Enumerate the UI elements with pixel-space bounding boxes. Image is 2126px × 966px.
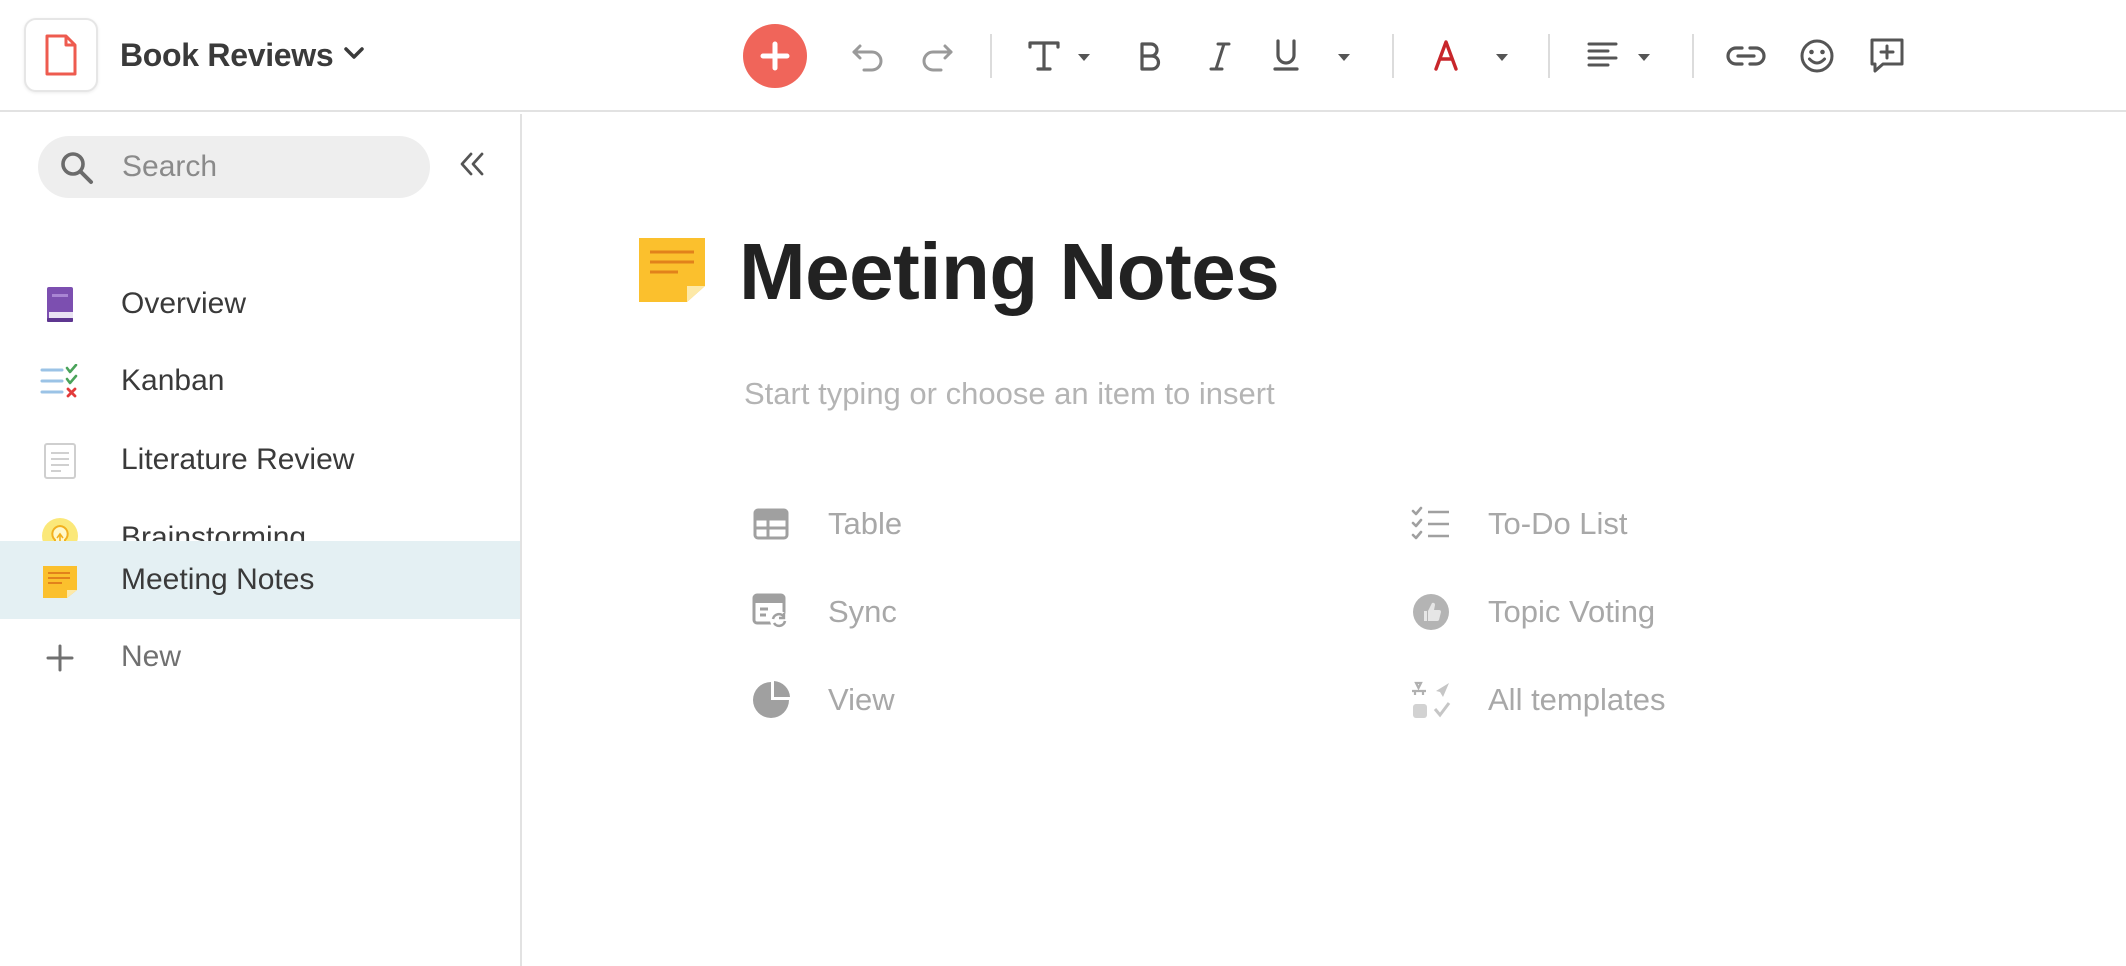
underline-icon (1273, 39, 1350, 71)
todo-list-icon (1410, 504, 1452, 544)
underline-button[interactable] (1272, 24, 1364, 88)
sync-icon (750, 592, 792, 632)
insert-sync-option[interactable]: Sync (750, 582, 1050, 638)
plus-icon (760, 41, 790, 71)
bold-icon (1140, 42, 1161, 71)
text-style-button[interactable] (1026, 24, 1098, 88)
editor-area: Meeting Notes Start typing or choose an … (524, 114, 2126, 966)
sidebar-item-label: Kanban (121, 364, 225, 397)
align-left-icon (1587, 42, 1650, 67)
checklist-icon (40, 362, 80, 402)
search-input[interactable]: Search (38, 136, 430, 198)
comment-plus-icon (1870, 38, 1904, 73)
emoji-button[interactable] (1797, 24, 1837, 88)
sidebar-item-kanban[interactable]: Kanban (0, 343, 520, 419)
insert-option-label: Sync (828, 594, 897, 629)
plus-icon (40, 638, 80, 678)
top-toolbar: Book Reviews (0, 0, 2126, 112)
sidebar-item-label: Overview (121, 287, 247, 320)
sticky-note-icon (40, 562, 80, 602)
text-color-button[interactable] (1432, 24, 1516, 88)
document-icon (40, 441, 80, 481)
document-icon[interactable] (24, 18, 98, 92)
pie-chart-icon (750, 680, 792, 720)
collapse-sidebar-button[interactable] (452, 144, 492, 184)
editor-placeholder[interactable]: Start typing or choose an item to insert (744, 376, 1275, 412)
insert-todo-list-option[interactable]: To-Do List (1410, 494, 1770, 550)
workspace-name: Book Reviews (120, 36, 334, 73)
double-chevron-left-icon (460, 152, 484, 176)
emoji-icon (1800, 39, 1834, 73)
insert-option-label: Table (828, 506, 903, 541)
chevron-down-icon (343, 46, 365, 65)
text-style-icon (1028, 41, 1090, 71)
toolbar-divider (1392, 34, 1394, 78)
link-button[interactable] (1724, 24, 1768, 88)
redo-button[interactable] (915, 24, 959, 88)
redo-icon (922, 44, 953, 72)
insert-option-label: Topic Voting (1488, 594, 1656, 629)
sidebar-item-label: Literature Review (121, 443, 355, 476)
text-color-icon (1434, 40, 1508, 71)
toolbar-divider (1692, 34, 1694, 78)
search-icon (58, 149, 96, 192)
insert-topic-voting-option[interactable]: Topic Voting (1410, 582, 1770, 638)
italic-icon (1209, 42, 1231, 71)
add-comment-button[interactable] (1867, 24, 1907, 88)
insert-all-templates-option[interactable]: All templates (1410, 670, 1770, 726)
sidebar-item-overview[interactable]: Overview (0, 266, 520, 342)
table-icon (750, 504, 792, 544)
insert-option-label: All templates (1488, 682, 1666, 717)
add-block-button[interactable] (743, 24, 807, 88)
templates-icon (1410, 680, 1452, 720)
thumbs-up-icon (1410, 592, 1452, 632)
align-button[interactable] (1586, 24, 1656, 88)
sidebar-item-literature-review[interactable]: Literature Review (0, 422, 520, 498)
search-placeholder: Search (122, 150, 218, 183)
workspace-switcher[interactable]: Book Reviews (120, 32, 365, 78)
book-icon (40, 285, 80, 325)
toolbar-divider (990, 34, 992, 78)
italic-button[interactable] (1204, 24, 1236, 88)
sidebar-item-label: Meeting Notes (121, 563, 315, 596)
sidebar-item-meeting-notes[interactable]: Meeting Notes (0, 541, 520, 619)
undo-icon (852, 44, 883, 72)
sticky-note-icon (638, 236, 706, 309)
sidebar-new-page-button[interactable]: New (0, 619, 520, 695)
sidebar: Search Overview Kanban Literature Review (0, 114, 522, 966)
insert-option-label: To-Do List (1488, 506, 1628, 541)
bold-button[interactable] (1134, 24, 1166, 88)
insert-option-label: View (828, 682, 895, 717)
sidebar-item-label: New (121, 640, 182, 673)
link-icon (1726, 46, 1766, 66)
undo-button[interactable] (846, 24, 890, 88)
page-title[interactable]: Meeting Notes (739, 226, 1280, 318)
insert-table-option[interactable]: Table (750, 494, 1050, 550)
toolbar-divider (1548, 34, 1550, 78)
insert-view-option[interactable]: View (750, 670, 1050, 726)
